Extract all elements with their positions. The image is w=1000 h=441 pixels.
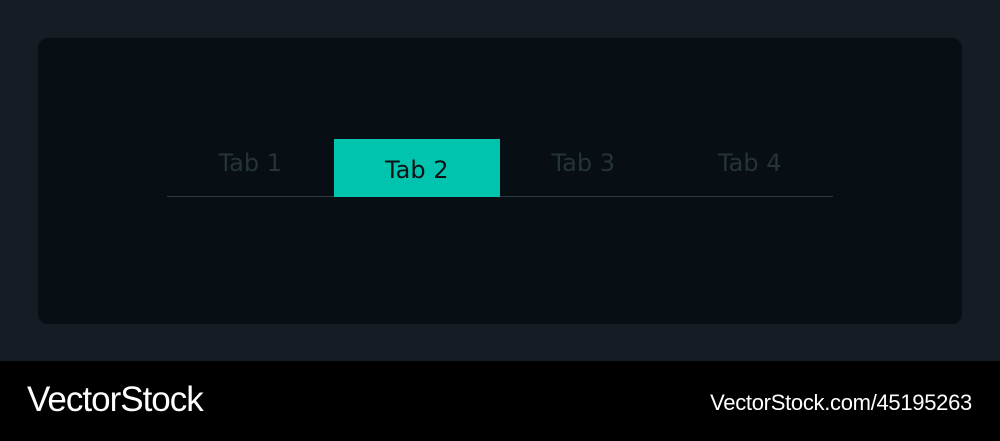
tabs-card: Tab 1 Tab 2 Tab 3 Tab 4: [38, 38, 962, 324]
tab-4[interactable]: Tab 4: [667, 139, 834, 197]
tab-bar: Tab 1 Tab 2 Tab 3 Tab 4: [167, 139, 833, 197]
tab-1[interactable]: Tab 1: [167, 139, 334, 197]
tab-3[interactable]: Tab 3: [500, 139, 667, 197]
watermark-footer: VectorStock VectorStock.com/45195263: [0, 361, 1000, 441]
tab-2-active[interactable]: Tab 2: [333, 139, 500, 197]
footer-image-id: VectorStock.com/45195263: [710, 390, 972, 415]
footer-brand-logo: VectorStock: [27, 380, 204, 419]
page-canvas: Tab 1 Tab 2 Tab 3 Tab 4: [0, 0, 1000, 361]
